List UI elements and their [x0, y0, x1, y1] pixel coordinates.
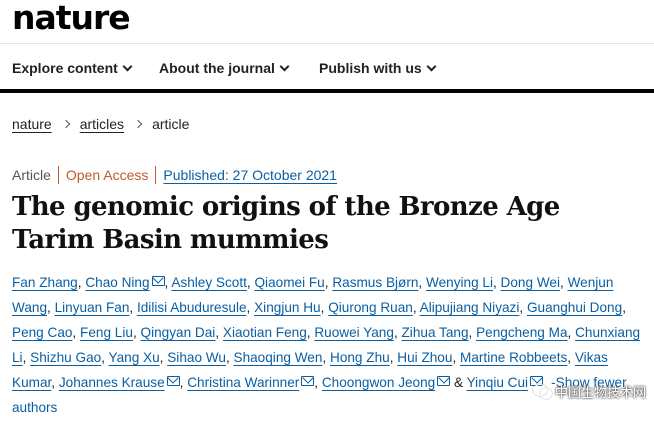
author-separator: , [492, 275, 497, 290]
author-link[interactable]: Qiaomei Fu [254, 275, 324, 290]
author-link[interactable]: Hui Zhou [397, 350, 452, 365]
author-link[interactable]: Rasmus Bjørn [332, 275, 418, 290]
wechat-icon [532, 384, 552, 399]
chevron-right-icon [61, 119, 70, 129]
author-and: & [454, 375, 464, 390]
chevron-down-icon [122, 61, 133, 71]
author-separator: , [72, 325, 77, 340]
author-link[interactable]: Johannes Krause [59, 375, 165, 390]
author-link[interactable]: Ashley Scott [171, 275, 247, 290]
author-separator: , [22, 350, 27, 365]
author-separator: , [389, 350, 394, 365]
author-separator: , [179, 375, 184, 390]
author-link[interactable]: Shaoqing Wen [234, 350, 323, 365]
breadcrumb: nature articles article [12, 116, 189, 132]
author-separator: , [519, 300, 524, 315]
author-separator: , [159, 350, 164, 365]
nav-explore-content[interactable]: Explore content [12, 60, 133, 76]
author-link[interactable]: Feng Liu [80, 325, 133, 340]
author-link[interactable]: Christina Warinner [187, 375, 299, 390]
author-link[interactable]: Zihua Tang [402, 325, 469, 340]
author-link[interactable]: Yinqiu Cui [467, 375, 528, 390]
author-link[interactable]: Sihao Wu [167, 350, 226, 365]
author-link[interactable]: Dong Wei [501, 275, 560, 290]
main-nav: Explore content About the journal Publis… [0, 43, 654, 93]
author-separator: , [51, 375, 56, 390]
author-link[interactable]: Hong Zhu [330, 350, 390, 365]
author-separator: , [132, 325, 137, 340]
chevron-down-icon [279, 61, 290, 71]
article-title: The genomic origins of the Bronze Age Ta… [12, 192, 560, 255]
author-separator: , [393, 325, 398, 340]
watermark-text: 中国生物技术网 [554, 385, 646, 400]
author-separator: , [452, 350, 457, 365]
author-separator: , [412, 300, 417, 315]
author-link[interactable]: Guanghui Dong [527, 300, 622, 315]
nav-about-journal[interactable]: About the journal [159, 60, 290, 76]
author-link[interactable]: Linyuan Fan [55, 300, 130, 315]
nature-logo[interactable]: nature [12, 0, 131, 36]
author-separator: , [246, 300, 251, 315]
author-separator: , [567, 350, 572, 365]
email-icon[interactable] [151, 276, 165, 286]
author-separator: , [322, 350, 327, 365]
author-link[interactable]: Qingyan Dai [141, 325, 216, 340]
author-separator: , [567, 325, 572, 340]
author-link[interactable]: Qiurong Ruan [328, 300, 413, 315]
nav-label: Publish with us [319, 60, 422, 76]
author-separator: , [622, 300, 626, 315]
author-separator: , [418, 275, 423, 290]
author-link[interactable]: Chao Ning [85, 275, 149, 290]
author-separator: , [101, 350, 105, 365]
author-link[interactable]: Shizhu Gao [30, 350, 101, 365]
author-link[interactable]: Martine Robbeets [460, 350, 567, 365]
author-link[interactable]: Yang Xu [109, 350, 160, 365]
author-separator: , [314, 375, 319, 390]
author-link[interactable]: Wenying Li [426, 275, 493, 290]
author-separator: , [47, 300, 51, 315]
author-separator: , [164, 275, 169, 290]
author-link[interactable]: Fan Zhang [12, 275, 78, 290]
author-link[interactable]: Alipujiang Niyazi [420, 300, 520, 315]
author-separator: , [324, 275, 329, 290]
article-type: Article [12, 167, 51, 183]
article-meta: Article Open Access Published: 27 Octobe… [12, 166, 337, 184]
author-link[interactable]: Ruowei Yang [314, 325, 394, 340]
author-separator: , [560, 275, 564, 290]
meta-divider [57, 166, 59, 184]
author-separator: , [225, 350, 230, 365]
email-icon[interactable] [301, 376, 315, 386]
published-date-link[interactable]: Published: 27 October 2021 [163, 167, 337, 183]
watermark: 中国生物技术网 [532, 382, 646, 401]
author-link[interactable]: Idilisi Abuduresule [137, 300, 247, 315]
author-separator: , [320, 300, 325, 315]
nav-publish-with-us[interactable]: Publish with us [319, 60, 437, 76]
nav-label: Explore content [12, 60, 118, 76]
breadcrumb-articles[interactable]: articles [80, 116, 124, 132]
author-separator: , [129, 300, 134, 315]
chevron-right-icon [133, 119, 143, 129]
open-access-label: Open Access [65, 167, 149, 183]
author-link[interactable]: Xiaotian Feng [223, 325, 307, 340]
breadcrumb-nature[interactable]: nature [12, 116, 52, 132]
breadcrumb-current: article [152, 116, 190, 132]
nav-label: About the journal [159, 60, 275, 76]
author-link[interactable]: Choongwon Jeong [322, 375, 435, 390]
author-link[interactable]: Peng Cao [12, 325, 72, 340]
email-icon[interactable] [166, 376, 180, 386]
author-separator: , [306, 325, 311, 340]
email-icon[interactable] [437, 376, 451, 386]
chevron-down-icon [426, 61, 437, 71]
meta-divider [155, 166, 157, 184]
author-separator: , [468, 325, 473, 340]
author-separator: , [215, 325, 220, 340]
author-separator: , [77, 275, 82, 290]
author-separator: , [246, 275, 251, 290]
author-link[interactable]: Pengcheng Ma [476, 325, 567, 340]
author-link[interactable]: Xingjun Hu [254, 300, 321, 315]
